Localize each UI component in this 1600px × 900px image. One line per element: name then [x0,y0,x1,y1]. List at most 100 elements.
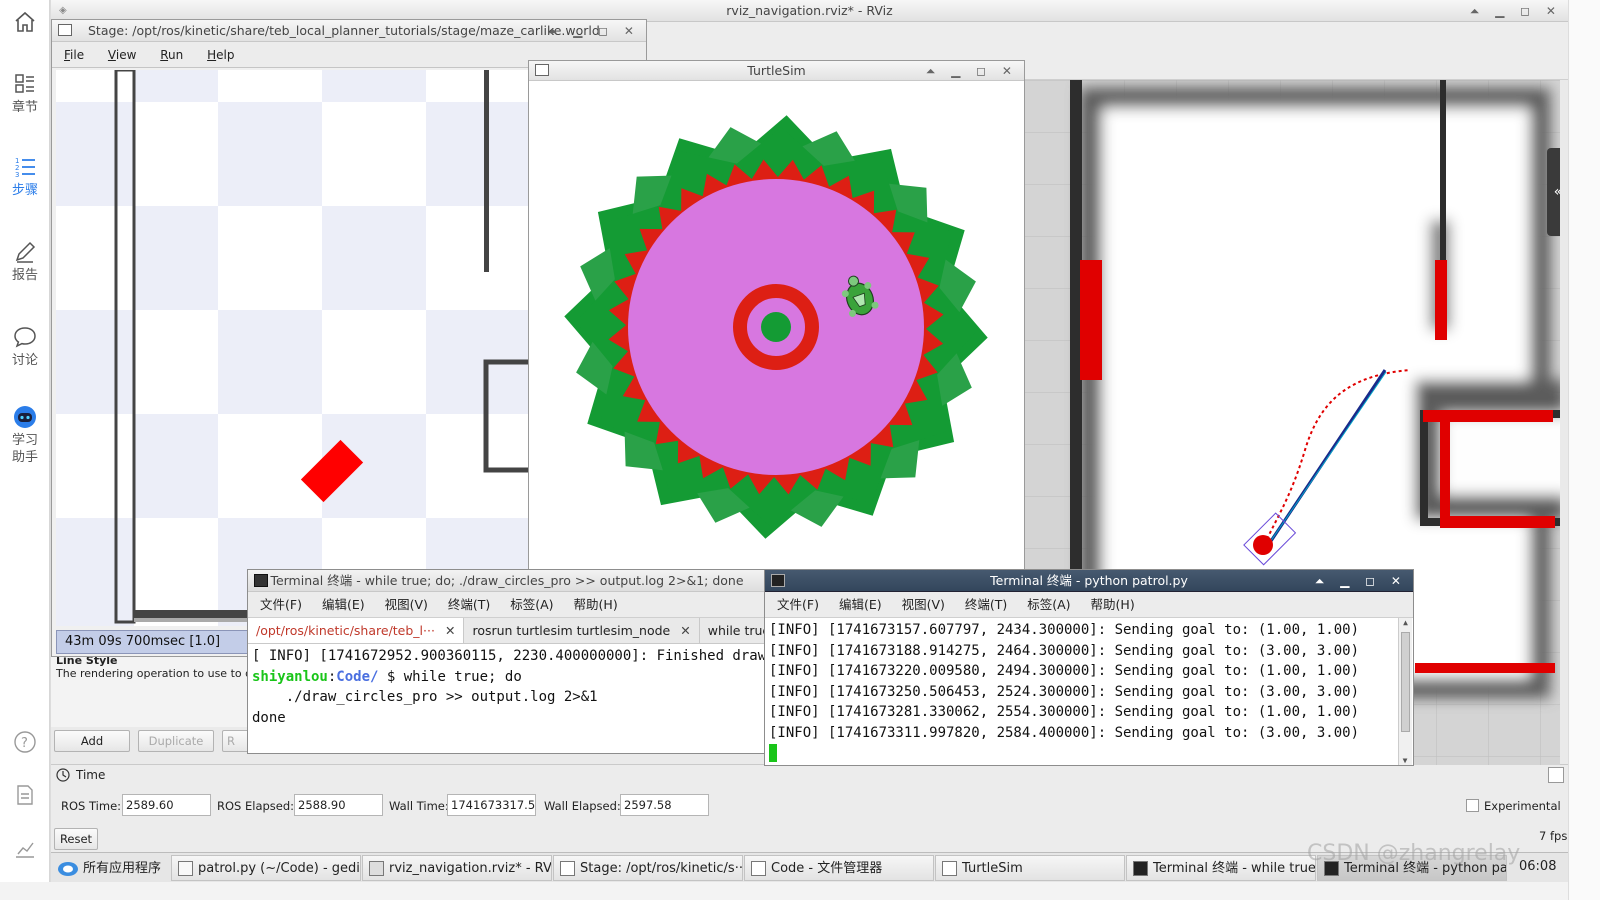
panel-float-button[interactable] [1548,767,1564,783]
menu-view[interactable]: View [108,42,136,68]
home-button[interactable] [0,10,50,37]
log-line: [INFO] [1741673220.009580, 2494.300000]:… [769,663,1360,679]
close-tab-icon[interactable]: ✕ [445,623,455,638]
menu-terminal[interactable]: 终端(T) [965,597,1007,612]
log-line: [INFO] [1741673188.914275, 2464.300000]:… [769,642,1360,659]
sidebar-item-discussion[interactable]: 讨论 [0,325,50,369]
window-icon [942,861,957,876]
app-menu-icon [58,862,78,876]
menu-help[interactable]: 帮助(H) [574,597,618,612]
add-display-button[interactable]: Add [54,730,130,752]
sidebar-item-assistant[interactable]: 学习 助手 [0,405,50,466]
reset-button[interactable]: Reset [54,828,98,850]
terminal-tab[interactable]: rosrun turtlesim turtlesim_node ✕ [464,618,700,643]
laser-scan-points [1080,260,1102,380]
prompt-path: Code/ [336,668,379,685]
terminal-menubar: 文件(F) 编辑(E) 视图(V) 终端(T) 标签(A) 帮助(H) [765,592,1413,618]
wall-elapsed-label: Wall Elapsed: [544,799,621,813]
stage-titlebar: Stage: /opt/ros/kinetic/share/teb_local_… [52,20,646,42]
terminal-tab[interactable]: while true; do; [700,618,766,643]
display-property-panel: Line Style The rendering operation to us… [51,654,263,727]
menu-file[interactable]: File [64,42,84,68]
terminal-window-drawing: Terminal 终端 - while true; do; ./draw_cir… [247,569,808,754]
menu-file[interactable]: 文件(F) [777,597,819,612]
menu-tabs[interactable]: 标签(A) [1027,597,1070,612]
menu-edit[interactable]: 编辑(E) [322,597,365,612]
window-controls[interactable]: ⏶ ▁ ◻ ✕ [1315,570,1407,592]
ros-time-label: ROS Time: [61,799,122,813]
learning-sidebar: 章节 123 步骤 报告 讨论 学习 助手 ? [0,0,50,900]
menu-view[interactable]: 视图(V) [902,597,945,612]
taskbar-item-rviz[interactable]: rviz_navigation.rviz* - RViz [362,855,552,881]
chart-button[interactable] [0,836,50,863]
menu-help[interactable]: 帮助(H) [1091,597,1135,612]
prompt-command: $ while true; do [378,668,522,685]
menu-edit[interactable]: 编辑(E) [839,597,882,612]
property-description: The rendering operation to use to dra [56,667,264,680]
sidebar-item-label: 章节 [11,100,38,115]
start-menu-label: 所有应用程序 [83,861,162,876]
scroll-down-icon[interactable]: ▼ [1399,756,1411,765]
ros-elapsed-label: ROS Elapsed: [217,799,295,813]
menu-run[interactable]: Run [160,42,183,68]
stage-world-render [56,70,528,626]
menu-help[interactable]: Help [207,42,234,68]
turtlesim-canvas[interactable] [529,81,1024,579]
notes-button[interactable] [0,783,50,810]
sidebar-item-label: 助手 [11,450,38,465]
log-line: [INFO] [1741673311.997820, 2584.400000]:… [769,724,1360,741]
wall-time-field[interactable]: 1741673317.50 [447,794,536,816]
start-menu-button[interactable]: 所有应用程序 [55,857,161,881]
experimental-checkbox[interactable] [1466,799,1479,812]
clock-icon [56,768,70,782]
taskbar-item-gedit[interactable]: patrol.py (~/Code) - gedit [171,855,361,881]
stage-wall [484,70,489,272]
menu-tabs[interactable]: 标签(A) [510,597,553,612]
home-icon [15,11,35,32]
stage-canvas[interactable] [56,70,528,626]
scrollbar-thumb[interactable] [1401,632,1410,732]
terminal-window-patrol: Terminal 终端 - python patrol.py ⏶ ▁ ◻ ✕ 文… [764,569,1414,766]
fps-readout: 7 fps [1539,829,1568,843]
help-button[interactable]: ? [0,730,50,757]
sidebar-item-label: 学习 [11,433,38,448]
turtlesim-titlebar: TurtleSim ⏶ ▁ ◻ ✕ [529,61,1024,81]
sidebar-item-steps[interactable]: 123 步骤 [0,155,50,199]
taskbar-item-turtlesim[interactable]: TurtleSim [935,855,1125,881]
collapse-panel-button[interactable]: « [1547,148,1560,236]
taskbar-item-file-manager[interactable]: Code - 文件管理器 [744,855,934,881]
terminal-output[interactable]: [INFO] [1741673157.607797, 2434.300000]:… [765,618,1395,764]
menu-file[interactable]: 文件(F) [260,597,302,612]
terminal-title: Terminal 终端 - python patrol.py [990,573,1188,588]
window-controls[interactable]: ⏶ ▁ ◻ ✕ [1470,0,1562,22]
window-controls[interactable]: ⏶ ▁ ◻ ✕ [926,61,1018,81]
sidebar-item-report[interactable]: 报告 [0,240,50,284]
close-tab-icon[interactable]: ✕ [680,623,690,638]
wall-elapsed-field[interactable]: 2597.58 [620,794,709,816]
sidebar-item-chapter[interactable]: 章节 [0,72,50,116]
terminal-output[interactable]: [ INFO] [1741672952.900360115, 2230.4000… [248,644,808,730]
stage-title: Stage: /opt/ros/kinetic/share/teb_local_… [88,23,600,38]
taskbar-item-stage[interactable]: Stage: /opt/ros/kinetic/s··· [553,855,743,881]
window-controls[interactable]: ⏶ ▁ ◻ ✕ [548,20,640,42]
terminal-tab[interactable]: /opt/ros/kinetic/share/teb_l··· ✕ [248,618,465,643]
taskbar-item-terminal-drawing[interactable]: Terminal 终端 - while true; ··· [1126,855,1316,881]
terminal-tab-bar: /opt/ros/kinetic/share/teb_l··· ✕ rosrun t… [248,618,766,644]
ros-time-field[interactable]: 2589.60 [122,794,211,816]
menu-view[interactable]: 视图(V) [385,597,428,612]
time-panel-header: Time [76,768,106,782]
experimental-label: Experimental [1484,799,1561,813]
terminal-titlebar: Terminal 终端 - while true; do; ./draw_cir… [248,570,766,592]
turtlesim-title: TurtleSim [747,63,806,78]
menu-terminal[interactable]: 终端(T) [448,597,490,612]
duplicate-display-button[interactable]: Duplicate [138,730,214,752]
log-line: [INFO] [1741673281.330062, 2554.300000]:… [769,704,1360,720]
map-wall [1420,410,1428,525]
terminal-scrollbar[interactable]: ▲ ▼ [1398,618,1412,765]
stage-window-icon [58,24,72,36]
ros-elapsed-field[interactable]: 2588.90 [294,794,383,816]
terminal-cursor [769,744,777,762]
csdn-watermark: CSDN @zhangrelay [1307,841,1521,866]
log-line: [INFO] [1741673157.607797, 2434.300000]:… [769,622,1360,638]
scroll-up-icon[interactable]: ▲ [1399,618,1412,630]
